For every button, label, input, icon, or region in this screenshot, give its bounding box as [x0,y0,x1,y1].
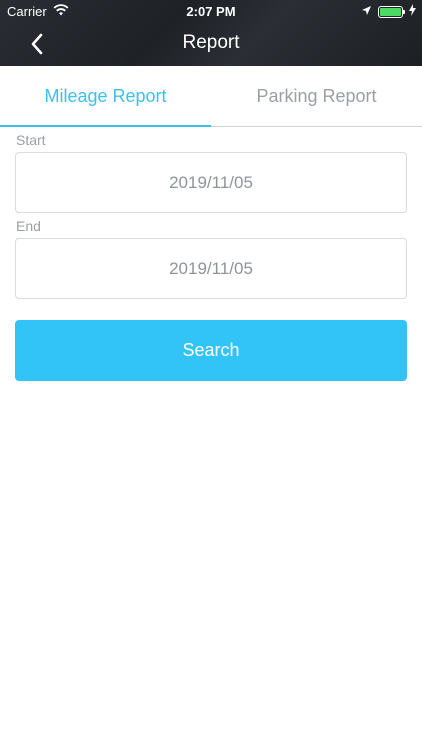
status-time: 2:07 PM [186,4,236,19]
status-right [361,4,416,19]
page-title: Report [182,32,240,53]
top-bar: Carrier 2:07 PM Report [0,0,422,66]
battery-icon [378,5,405,18]
tab-parking-report[interactable]: Parking Report [211,66,422,126]
start-date-field[interactable]: 2019/11/05 [15,152,407,213]
report-tabs: Mileage Report Parking Report [0,66,422,127]
end-label: End [16,218,41,234]
battery-level [380,7,401,16]
nav-bar: Report [0,22,422,66]
location-arrow-icon [361,4,372,19]
active-tab-indicator [0,125,211,127]
end-date-field[interactable]: 2019/11/05 [15,238,407,299]
search-button[interactable]: Search [15,320,407,381]
charging-bolt-icon [409,4,416,19]
start-label: Start [16,132,46,148]
tab-mileage-report[interactable]: Mileage Report [0,66,211,126]
status-bar: Carrier 2:07 PM [0,0,422,22]
